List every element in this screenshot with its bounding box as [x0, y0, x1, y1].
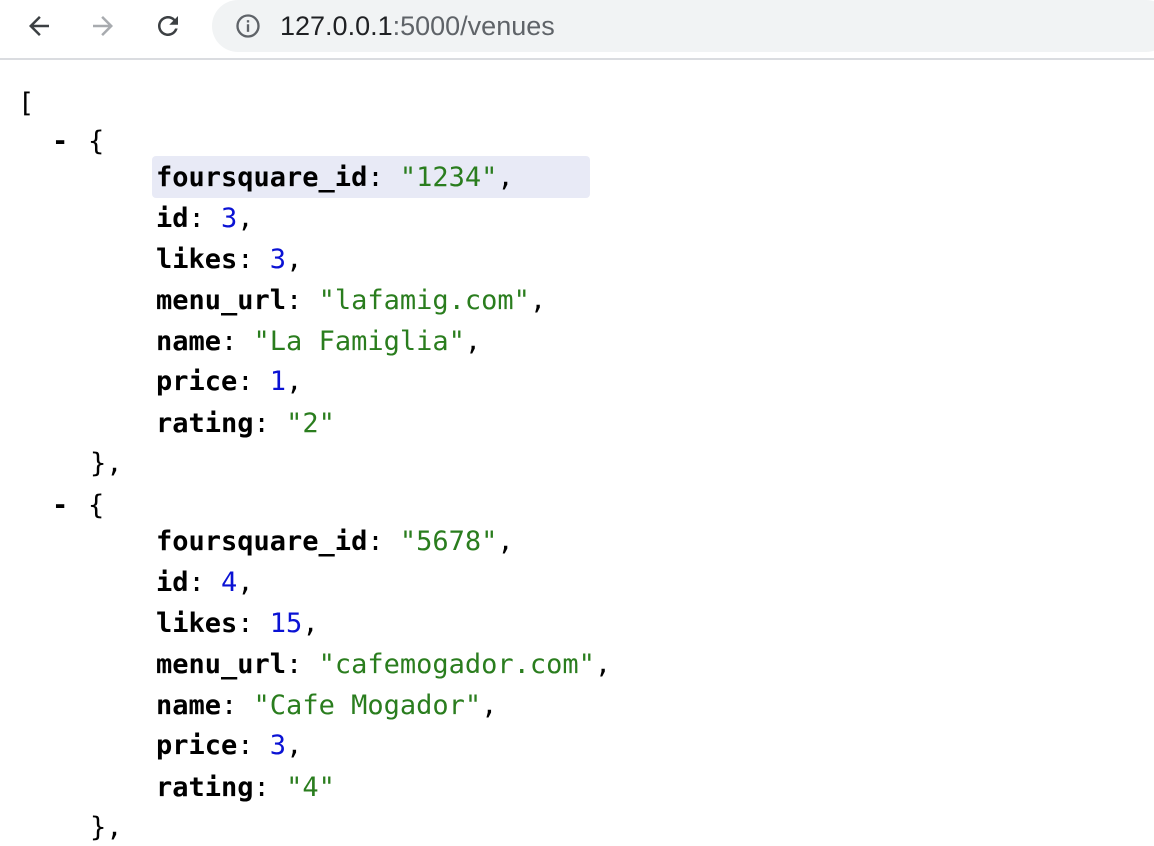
json-value: 3 [221, 203, 238, 234]
json-value: "lafamig.com" [318, 285, 530, 316]
address-bar[interactable]: 127.0.0.1:5000/venues [212, 0, 1154, 52]
json-value: 3 [269, 244, 287, 275]
json-value: "La Famiglia" [253, 326, 465, 357]
json-property-foursquare-id: foursquare_id: "5678", [156, 526, 514, 557]
json-key: foursquare_id [156, 526, 368, 557]
object-open-brace: { [88, 490, 105, 521]
object-close-brace: }, [90, 812, 123, 843]
forward-button[interactable] [83, 6, 123, 46]
url-text[interactable]: 127.0.0.1:5000/venues [280, 10, 555, 42]
arrow-left-icon [29, 16, 49, 36]
json-viewer: [ - { foursquare_id: "1234", id: 3, like… [0, 60, 1154, 846]
object-open-brace: { [88, 126, 105, 157]
json-value: "4" [286, 772, 335, 803]
reload-icon [158, 15, 178, 36]
json-value: "1234" [399, 162, 498, 193]
json-key: id [156, 203, 189, 234]
json-value: "5678" [399, 526, 498, 557]
json-property-id: id: 3, [156, 203, 254, 234]
json-value: 4 [221, 567, 238, 598]
url-host: 127.0.0.1 [280, 11, 393, 41]
json-key: likes [156, 244, 238, 275]
url-path: :5000/venues [392, 11, 555, 41]
json-key: foursquare_id [156, 162, 368, 193]
json-key: menu_url [156, 285, 287, 316]
json-key: id [156, 567, 189, 598]
json-property-likes: likes: 3, [156, 244, 303, 275]
json-property-id: id: 4, [156, 567, 254, 598]
json-property-menu-url: menu_url: "lafamig.com", [156, 285, 547, 316]
json-property-price: price: 3, [156, 730, 303, 761]
json-value: "cafemogador.com" [318, 649, 595, 680]
json-key: price [156, 730, 238, 761]
arrow-right-icon [93, 16, 113, 36]
json-key: menu_url [156, 649, 287, 680]
info-circle-icon[interactable] [234, 12, 262, 40]
array-open-bracket: [ [18, 88, 35, 119]
reload-button[interactable] [148, 6, 188, 46]
json-key: name [156, 326, 222, 357]
browser-toolbar: 127.0.0.1:5000/venues [0, 0, 1154, 60]
json-value: "2" [286, 408, 335, 439]
json-property-menu-url: menu_url: "cafemogador.com", [156, 649, 612, 680]
collapse-toggle-venue-2[interactable]: - [52, 486, 68, 526]
json-value: "Cafe Mogador" [253, 690, 482, 721]
json-property-rating: rating: "4" [156, 772, 335, 803]
json-key: price [156, 366, 238, 397]
json-key: likes [156, 608, 238, 639]
back-button[interactable] [19, 6, 59, 46]
json-property-likes: likes: 15, [156, 608, 319, 639]
json-key: rating [156, 772, 254, 803]
json-property-name: name: "La Famiglia", [156, 326, 482, 357]
json-value: 1 [269, 366, 287, 397]
json-key: name [156, 690, 222, 721]
json-property-name: name: "Cafe Mogador", [156, 690, 498, 721]
json-property-foursquare-id: foursquare_id: "1234", [156, 162, 514, 193]
json-value: 15 [269, 608, 303, 639]
object-close-brace: }, [90, 448, 123, 479]
json-property-rating: rating: "2" [156, 408, 335, 439]
json-value: 3 [269, 730, 287, 761]
json-key: rating [156, 408, 254, 439]
json-property-price: price: 1, [156, 366, 303, 397]
collapse-toggle-venue-1[interactable]: - [52, 122, 68, 162]
